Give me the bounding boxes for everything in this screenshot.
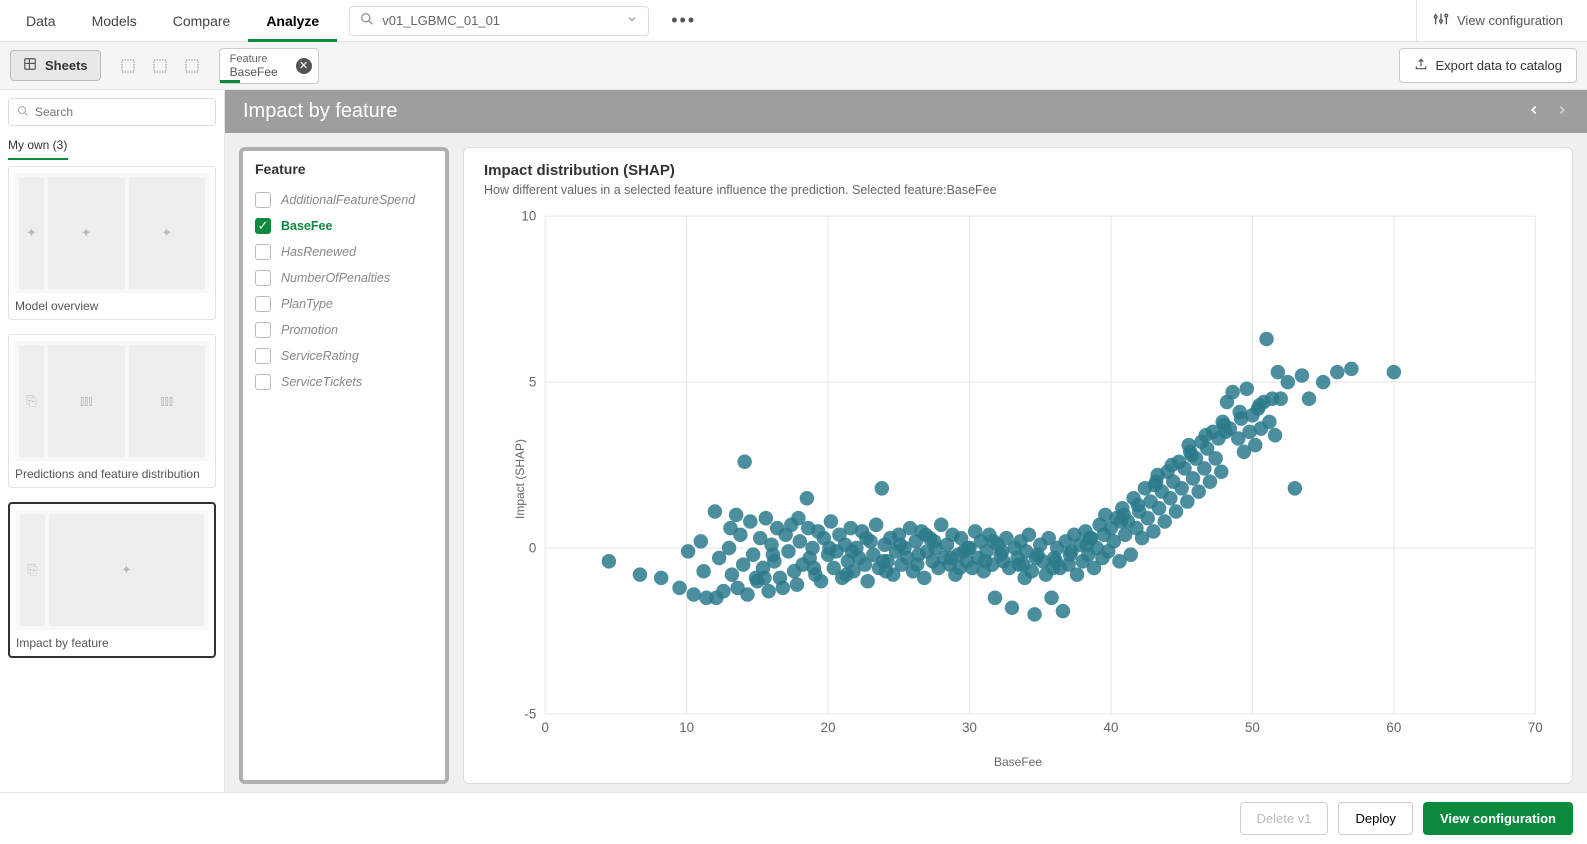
step-forward-icon[interactable]: [151, 57, 169, 75]
chart-panel: Impact distribution (SHAP) How different…: [463, 147, 1573, 784]
checkbox-icon: [255, 296, 271, 312]
checkbox-icon: [255, 348, 271, 364]
canvas-body: Feature AdditionalFeatureSpend✓BaseFeeHa…: [225, 133, 1587, 798]
view-configuration-button[interactable]: View configuration: [1423, 802, 1573, 835]
main-canvas: Impact by feature Feature AdditionalFeat…: [225, 90, 1587, 792]
checkbox-icon: [255, 192, 271, 208]
export-data-label: Export data to catalog: [1436, 58, 1562, 73]
svg-text:70: 70: [1528, 720, 1543, 735]
svg-text:20: 20: [821, 720, 836, 735]
feature-item[interactable]: ServiceRating: [255, 343, 433, 369]
sheet-thumb[interactable]: ⎘⫾⫾⫾⫾⫾⫾Predictions and feature distribut…: [8, 334, 216, 488]
svg-text:-5: -5: [524, 706, 536, 721]
close-icon[interactable]: ✕: [296, 58, 312, 74]
chart-title: Impact distribution (SHAP): [484, 162, 1552, 179]
feature-item[interactable]: PlanType: [255, 291, 433, 317]
svg-text:10: 10: [679, 720, 694, 735]
svg-text:30: 30: [962, 720, 977, 735]
sheet-thumb[interactable]: ✦✦✦Model overview: [8, 166, 216, 320]
search-icon: [360, 12, 374, 29]
checkbox-icon: [255, 270, 271, 286]
svg-text:5: 5: [529, 375, 536, 390]
tab-analyze[interactable]: Analyze: [248, 1, 337, 41]
more-menu[interactable]: •••: [661, 10, 706, 31]
selection-chip-feature[interactable]: Feature BaseFee ✕: [219, 48, 319, 84]
model-dropdown-value: v01_LGBMC_01_01: [382, 13, 618, 28]
chevron-down-icon: [626, 13, 638, 28]
chart-ylabel: Impact (SHAP): [513, 439, 527, 519]
topnav: DataModelsCompareAnalyze: [8, 1, 337, 41]
tab-compare[interactable]: Compare: [155, 1, 249, 41]
sheets-search[interactable]: [8, 98, 216, 126]
selection-chip-label: Feature: [230, 53, 288, 65]
checkbox-icon: [255, 374, 271, 390]
svg-text:10: 10: [521, 209, 536, 224]
feature-panel-title: Feature: [255, 161, 433, 177]
tab-models[interactable]: Models: [74, 1, 155, 41]
sliders-icon: [1433, 11, 1449, 30]
feature-item[interactable]: ✓BaseFee: [255, 213, 433, 239]
svg-text:40: 40: [1104, 720, 1119, 735]
secondbar: Sheets Feature BaseFee ✕ Export data to …: [0, 42, 1587, 90]
chart-xlabel: BaseFee: [484, 755, 1552, 769]
export-data-button[interactable]: Export data to catalog: [1399, 48, 1577, 83]
workarea: My own (3) ✦✦✦Model overview⎘⫾⫾⫾⫾⫾⫾Predi…: [0, 90, 1587, 792]
svg-text:0: 0: [541, 720, 548, 735]
feature-item[interactable]: ServiceTickets: [255, 369, 433, 395]
search-icon: [17, 105, 29, 120]
deploy-button[interactable]: Deploy: [1338, 802, 1412, 835]
view-configuration-top-button[interactable]: View configuration: [1416, 0, 1579, 42]
svg-text:60: 60: [1386, 720, 1401, 735]
model-dropdown[interactable]: v01_LGBMC_01_01: [349, 6, 649, 36]
export-icon: [1414, 57, 1428, 74]
clear-selections-icon[interactable]: [183, 57, 201, 75]
step-back-icon[interactable]: [119, 57, 137, 75]
sheet-thumb[interactable]: ⎘✦Impact by feature: [8, 502, 216, 658]
prev-sheet-button[interactable]: [1527, 100, 1541, 123]
sheets-button-label: Sheets: [45, 58, 88, 73]
selection-chip-value: BaseFee: [230, 65, 288, 79]
sheets-panel: My own (3) ✦✦✦Model overview⎘⫾⫾⫾⫾⫾⫾Predi…: [0, 90, 225, 792]
feature-item[interactable]: HasRenewed: [255, 239, 433, 265]
selection-tools: [109, 57, 211, 75]
feature-panel: Feature AdditionalFeatureSpend✓BaseFeeHa…: [239, 147, 449, 784]
feature-item[interactable]: NumberOfPenalties: [255, 265, 433, 291]
checkbox-icon: [255, 322, 271, 338]
chart-subtitle: How different values in a selected featu…: [484, 183, 1552, 197]
canvas-header: Impact by feature: [225, 90, 1587, 133]
checkbox-icon: ✓: [255, 218, 271, 234]
my-own-label: My own (3): [8, 138, 216, 158]
feature-item[interactable]: Promotion: [255, 317, 433, 343]
svg-text:0: 0: [529, 540, 536, 555]
sheets-icon: [23, 57, 37, 74]
tab-data[interactable]: Data: [8, 1, 74, 41]
delete-version-button: Delete v1: [1240, 802, 1329, 835]
scatter-plot[interactable]: Impact (SHAP) -5 0 5 10 0 10 20 30 40 50 60 70: [484, 205, 1552, 753]
footer: Delete v1 Deploy View configuration: [0, 792, 1587, 844]
svg-text:50: 50: [1245, 720, 1260, 735]
feature-item[interactable]: AdditionalFeatureSpend: [255, 187, 433, 213]
topbar: DataModelsCompareAnalyze v01_LGBMC_01_01…: [0, 0, 1587, 42]
next-sheet-button[interactable]: [1555, 100, 1569, 123]
canvas-title: Impact by feature: [243, 100, 398, 123]
sheets-button[interactable]: Sheets: [10, 50, 101, 81]
view-configuration-top-label: View configuration: [1457, 13, 1563, 28]
sheets-search-input[interactable]: [35, 105, 207, 119]
checkbox-icon: [255, 244, 271, 260]
